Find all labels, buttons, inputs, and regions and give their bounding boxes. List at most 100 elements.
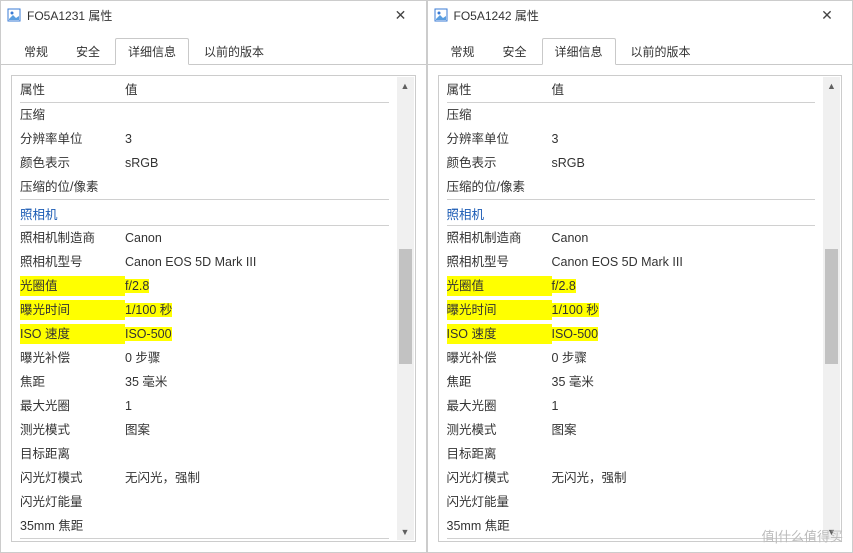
property-value: 0 步骤	[125, 348, 389, 368]
property-label: 焦距	[20, 372, 125, 392]
header-value: 值	[552, 80, 816, 100]
tab-details[interactable]: 详细信息	[115, 38, 189, 65]
property-row[interactable]: 焦距35 毫米	[439, 370, 824, 394]
property-value: 3	[552, 129, 816, 149]
property-row[interactable]: 测光模式图案	[439, 418, 824, 442]
property-row[interactable]: 闪光灯能量	[439, 490, 824, 514]
tab-security[interactable]: 安全	[490, 38, 540, 65]
property-row[interactable]: 闪光灯模式无闪光，强制	[12, 466, 397, 490]
property-row[interactable]: 照相机型号Canon EOS 5D Mark III	[12, 250, 397, 274]
property-row[interactable]: 压缩的位/像素	[439, 175, 824, 199]
property-row[interactable]: ISO 速度ISO-500	[12, 322, 397, 346]
property-label: 曝光补偿	[447, 348, 552, 368]
property-row[interactable]: 最大光圈1	[439, 394, 824, 418]
tab-general[interactable]: 常规	[438, 38, 488, 65]
property-value	[552, 444, 816, 464]
property-value: ISO-500	[552, 324, 816, 344]
header-property: 属性	[20, 80, 125, 100]
scrollbar[interactable]: ▲ ▼	[823, 77, 840, 540]
property-row[interactable]: 颜色表示sRGB	[12, 151, 397, 175]
property-row[interactable]: 压缩	[12, 103, 397, 127]
property-label: 目标距离	[20, 444, 125, 464]
property-row[interactable]: 最大光圈1	[12, 394, 397, 418]
property-value	[552, 105, 816, 125]
property-value: Canon EOS 5D Mark III	[125, 252, 389, 272]
tab-details[interactable]: 详细信息	[542, 38, 616, 65]
property-row[interactable]: 曝光时间1/100 秒	[12, 298, 397, 322]
property-label: 压缩	[20, 105, 125, 125]
property-value: Canon EOS 5D Mark III	[552, 252, 816, 272]
scroll-thumb[interactable]	[399, 249, 412, 364]
close-button[interactable]: ✕	[808, 1, 846, 29]
property-row[interactable]: 照相机制造商Canon	[12, 226, 397, 250]
tab-general[interactable]: 常规	[11, 38, 61, 65]
property-value: 图案	[552, 420, 816, 440]
property-row[interactable]: 照相机型号Canon EOS 5D Mark III	[439, 250, 824, 274]
property-row[interactable]: 颜色表示sRGB	[439, 151, 824, 175]
property-row[interactable]: 闪光灯模式无闪光，强制	[439, 466, 824, 490]
property-label: 光圈值	[447, 276, 552, 296]
close-button[interactable]: ✕	[382, 1, 420, 29]
property-label: 测光模式	[447, 420, 552, 440]
property-row[interactable]: 曝光补偿0 步骤	[439, 346, 824, 370]
property-label: 分辨率单位	[20, 129, 125, 149]
tab-security[interactable]: 安全	[63, 38, 113, 65]
property-value: sRGB	[552, 153, 816, 173]
scroll-thumb[interactable]	[825, 249, 838, 364]
property-value: 35 毫米	[125, 372, 389, 392]
property-value: sRGB	[125, 153, 389, 173]
property-label: 颜色表示	[20, 153, 125, 173]
property-row[interactable]: 曝光补偿0 步骤	[12, 346, 397, 370]
property-rows: 属性值压缩分辨率单位3颜色表示sRGB压缩的位/像素照相机照相机制造商Canon…	[439, 76, 842, 541]
property-value: 图案	[125, 420, 389, 440]
property-row[interactable]: 压缩	[439, 103, 824, 127]
property-label: 曝光补偿	[20, 348, 125, 368]
property-row[interactable]: 光圈值f/2.8	[439, 274, 824, 298]
property-value: 无闪光，强制	[125, 468, 389, 488]
content-area: 属性值压缩分辨率单位3颜色表示sRGB压缩的位/像素照相机照相机制造商Canon…	[1, 65, 426, 552]
header-property: 属性	[447, 80, 552, 100]
window-title: FO5A1242 属性	[454, 7, 809, 24]
property-value: 1	[125, 396, 389, 416]
property-row[interactable]: 焦距35 毫米	[12, 370, 397, 394]
tab-previous[interactable]: 以前的版本	[191, 38, 277, 65]
titlebar: FO5A1242 属性 ✕	[428, 1, 853, 29]
property-row[interactable]: 分辨率单位3	[12, 127, 397, 151]
property-label: ISO 速度	[447, 324, 552, 344]
tab-previous[interactable]: 以前的版本	[618, 38, 704, 65]
property-row[interactable]: 曝光时间1/100 秒	[439, 298, 824, 322]
property-label: 分辨率单位	[447, 129, 552, 149]
property-value: ISO-500	[125, 324, 389, 344]
property-rows: 属性值压缩分辨率单位3颜色表示sRGB压缩的位/像素照相机照相机制造商Canon…	[12, 76, 415, 541]
property-row[interactable]: 目标距离	[439, 442, 824, 466]
scroll-down-button[interactable]: ▼	[823, 523, 840, 540]
property-row[interactable]: 分辨率单位3	[439, 127, 824, 151]
property-value: 0 步骤	[552, 348, 816, 368]
property-row[interactable]: 光圈值f/2.8	[12, 274, 397, 298]
property-label: 压缩的位/像素	[20, 177, 125, 197]
property-row[interactable]: ISO 速度ISO-500	[439, 322, 824, 346]
scrollbar[interactable]: ▲ ▼	[397, 77, 414, 540]
property-value	[125, 444, 389, 464]
property-row[interactable]: 35mm 焦距	[12, 514, 397, 538]
property-value	[125, 105, 389, 125]
scroll-up-button[interactable]: ▲	[823, 77, 840, 94]
property-row[interactable]: 35mm 焦距	[439, 514, 824, 538]
property-row[interactable]: 闪光灯能量	[12, 490, 397, 514]
property-list: 属性值压缩分辨率单位3颜色表示sRGB压缩的位/像素照相机照相机制造商Canon…	[11, 75, 416, 542]
property-row[interactable]: 目标距离	[12, 442, 397, 466]
window-title: FO5A1231 属性	[27, 7, 382, 24]
scroll-down-button[interactable]: ▼	[397, 523, 414, 540]
property-label: 颜色表示	[447, 153, 552, 173]
property-value	[125, 177, 389, 197]
scroll-up-button[interactable]: ▲	[397, 77, 414, 94]
properties-dialog-left: FO5A1231 属性 ✕ 常规 安全 详细信息 以前的版本 属性值压缩分辨率单…	[0, 0, 427, 553]
property-row[interactable]: 压缩的位/像素	[12, 175, 397, 199]
section-header: 高级照片	[12, 539, 397, 541]
property-label: 曝光时间	[447, 300, 552, 320]
property-row[interactable]: 测光模式图案	[12, 418, 397, 442]
section-header: 照相机	[439, 200, 824, 225]
property-row[interactable]: 照相机制造商Canon	[439, 226, 824, 250]
property-label: 闪光灯能量	[20, 492, 125, 512]
section-header: 高级照片	[439, 539, 824, 541]
